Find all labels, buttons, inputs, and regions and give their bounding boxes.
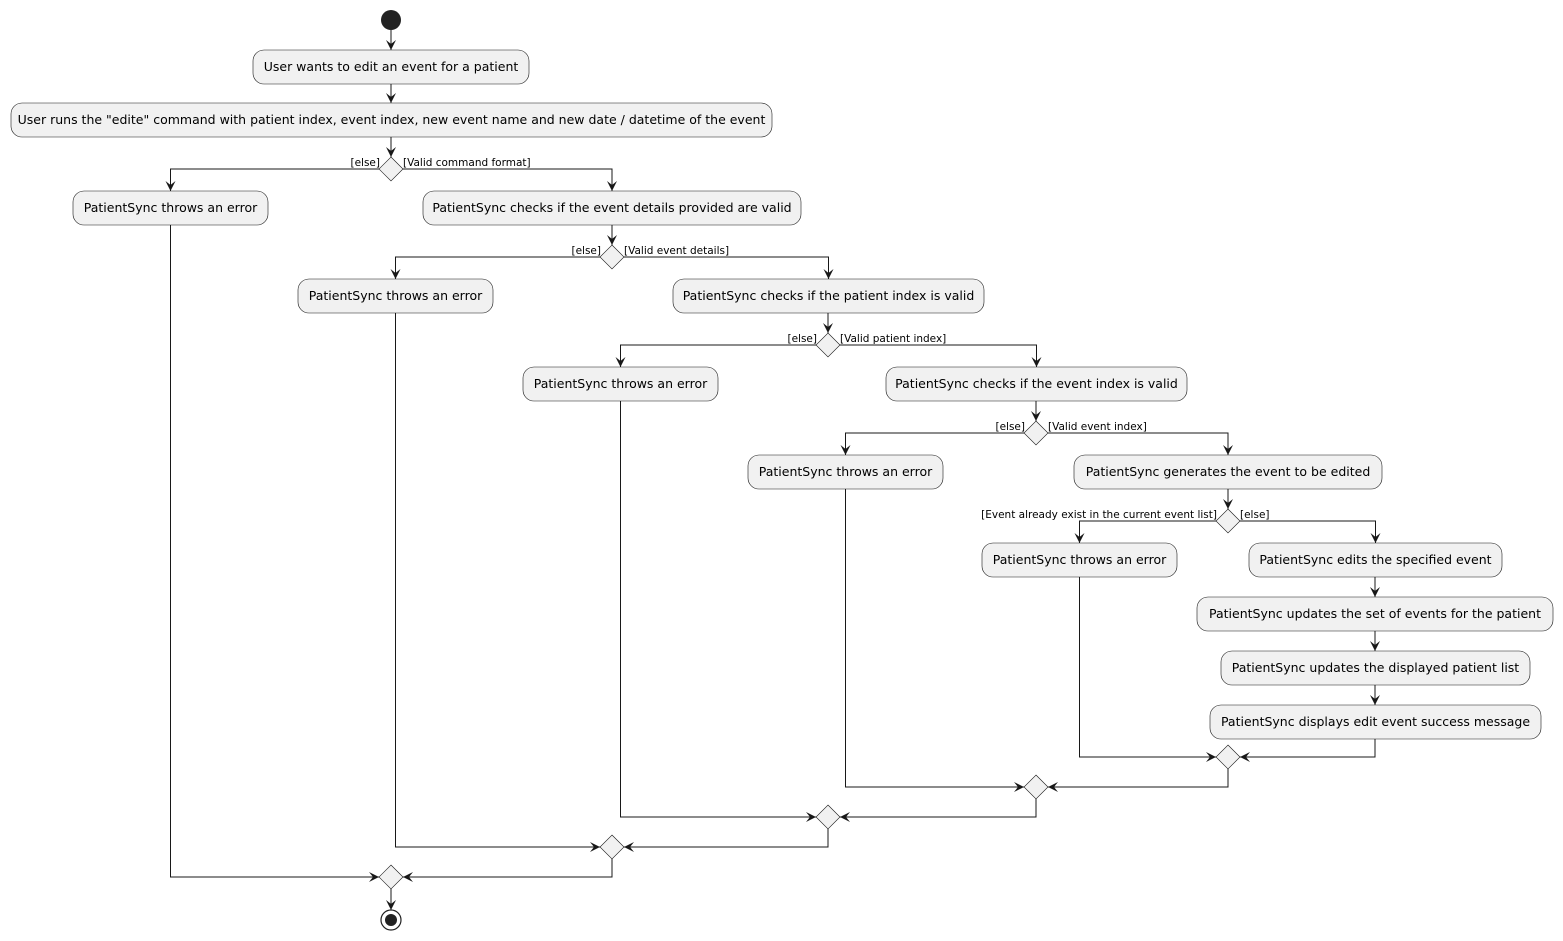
activity-label: PatientSync generates the event to be ed…	[1086, 464, 1371, 479]
edge	[624, 256, 829, 279]
guard-label-left: [else]	[787, 333, 817, 345]
guard-label-left: [else]	[350, 157, 380, 169]
edge	[1079, 520, 1216, 543]
edge	[620, 344, 816, 367]
edge	[624, 829, 829, 848]
activity-node: PatientSync edits the specified event	[1248, 542, 1503, 578]
activity-node: PatientSync throws an error	[747, 454, 944, 490]
activity-label: PatientSync checks if the patient index …	[683, 288, 975, 303]
edge	[403, 859, 613, 878]
guard-label-left: [Event already exist in the current even…	[981, 509, 1217, 521]
start-node	[381, 10, 401, 30]
edge	[170, 168, 379, 191]
activity-node: PatientSync checks if the event index is…	[885, 366, 1188, 402]
edge	[395, 256, 600, 279]
activity-node: User wants to edit an event for a patien…	[252, 49, 530, 85]
activity-label: PatientSync throws an error	[84, 200, 258, 215]
decision-diamond	[1023, 420, 1049, 446]
edge	[845, 432, 1024, 455]
activity-label: User wants to edit an event for a patien…	[264, 59, 519, 74]
decision-diamond	[1215, 508, 1241, 534]
edge	[845, 489, 1024, 788]
activity-label: PatientSync throws an error	[534, 376, 708, 391]
activity-node: PatientSync updates the displayed patien…	[1220, 650, 1531, 686]
activity-label: PatientSync edits the specified event	[1259, 552, 1491, 567]
decision-diamond	[378, 156, 404, 182]
edge	[840, 799, 1037, 818]
activity-label: PatientSync checks if the event index is…	[895, 376, 1178, 391]
merge-diamond	[815, 804, 841, 830]
activity-label: PatientSync displays edit event success …	[1221, 714, 1530, 729]
activity-node: PatientSync throws an error	[522, 366, 719, 402]
activity-label: PatientSync checks if the event details …	[432, 200, 791, 215]
activity-node: PatientSync throws an error	[72, 190, 269, 226]
edge	[1079, 577, 1216, 758]
decision-diamond	[599, 244, 625, 270]
guard-label-right: [Valid event details]	[624, 245, 729, 257]
activity-label: PatientSync updates the displayed patien…	[1232, 660, 1520, 675]
activity-label: PatientSync throws an error	[993, 552, 1167, 567]
nodes: User wants to edit an event for a patien…	[10, 10, 1554, 931]
guard-label-right: [Valid patient index]	[840, 333, 946, 345]
activity-node: PatientSync displays edit event success …	[1209, 704, 1542, 740]
activity-node: PatientSync updates the set of events fo…	[1196, 596, 1554, 632]
merge-diamond	[378, 864, 404, 890]
activity-label: PatientSync throws an error	[759, 464, 933, 479]
edge	[1240, 520, 1376, 543]
edge	[1048, 432, 1229, 455]
activity-node: PatientSync generates the event to be ed…	[1073, 454, 1383, 490]
guard-label-right: [Valid event index]	[1048, 421, 1147, 433]
edge	[1048, 769, 1229, 788]
edge	[840, 344, 1037, 367]
activity-node: PatientSync throws an error	[981, 542, 1178, 578]
guard-label-right: [else]	[1240, 509, 1270, 521]
activity-node: User runs the "edite" command with patie…	[10, 102, 773, 138]
activity-label: PatientSync updates the set of events fo…	[1209, 606, 1541, 621]
merge-diamond	[1215, 744, 1241, 770]
edge	[403, 168, 613, 191]
edge	[1240, 739, 1376, 758]
merge-diamond	[599, 834, 625, 860]
activity-node: PatientSync checks if the event details …	[422, 190, 802, 226]
activity-node: PatientSync checks if the patient index …	[672, 278, 985, 314]
edge	[170, 225, 379, 878]
merge-diamond	[1023, 774, 1049, 800]
end-node-inner	[385, 914, 397, 926]
activity-diagram: User wants to edit an event for a patien…	[10, 10, 1554, 931]
guard-label-left: [else]	[995, 421, 1025, 433]
activity-label: PatientSync throws an error	[309, 288, 483, 303]
activity-node: PatientSync throws an error	[297, 278, 494, 314]
guard-label-right: [Valid command format]	[403, 157, 531, 169]
activity-label: User runs the "edite" command with patie…	[18, 112, 766, 127]
decision-diamond	[815, 332, 841, 358]
guard-label-left: [else]	[571, 245, 601, 257]
